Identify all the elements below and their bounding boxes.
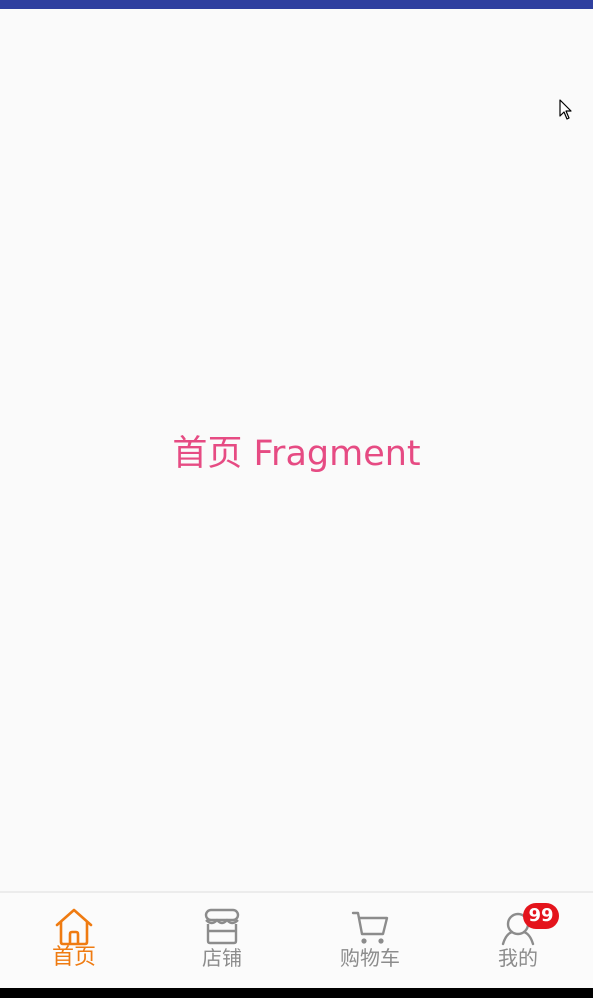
- system-navigation-bar: [0, 988, 593, 998]
- notification-badge: 99: [523, 903, 559, 929]
- nav-label-cart: 购物车: [340, 946, 400, 970]
- nav-label-home: 首页: [51, 945, 96, 970]
- nav-item-profile[interactable]: 我的 99: [444, 893, 592, 988]
- nav-item-home[interactable]: 首页: [0, 893, 148, 988]
- cart-icon: [351, 911, 389, 944]
- bottom-navigation: 首页 店铺 购物车 我的 99: [0, 891, 593, 988]
- nav-item-store[interactable]: 店铺: [148, 893, 296, 988]
- nav-label-store: 店铺: [202, 946, 242, 970]
- nav-label-profile: 我的: [498, 946, 538, 970]
- nav-item-cart[interactable]: 购物车: [296, 893, 444, 988]
- fragment-content: 首页 Fragment: [0, 9, 593, 891]
- mouse-cursor-icon: [559, 99, 572, 120]
- store-icon: [204, 908, 240, 945]
- home-icon: [55, 908, 93, 946]
- status-bar: [0, 0, 593, 9]
- fragment-title: 首页 Fragment: [172, 434, 421, 474]
